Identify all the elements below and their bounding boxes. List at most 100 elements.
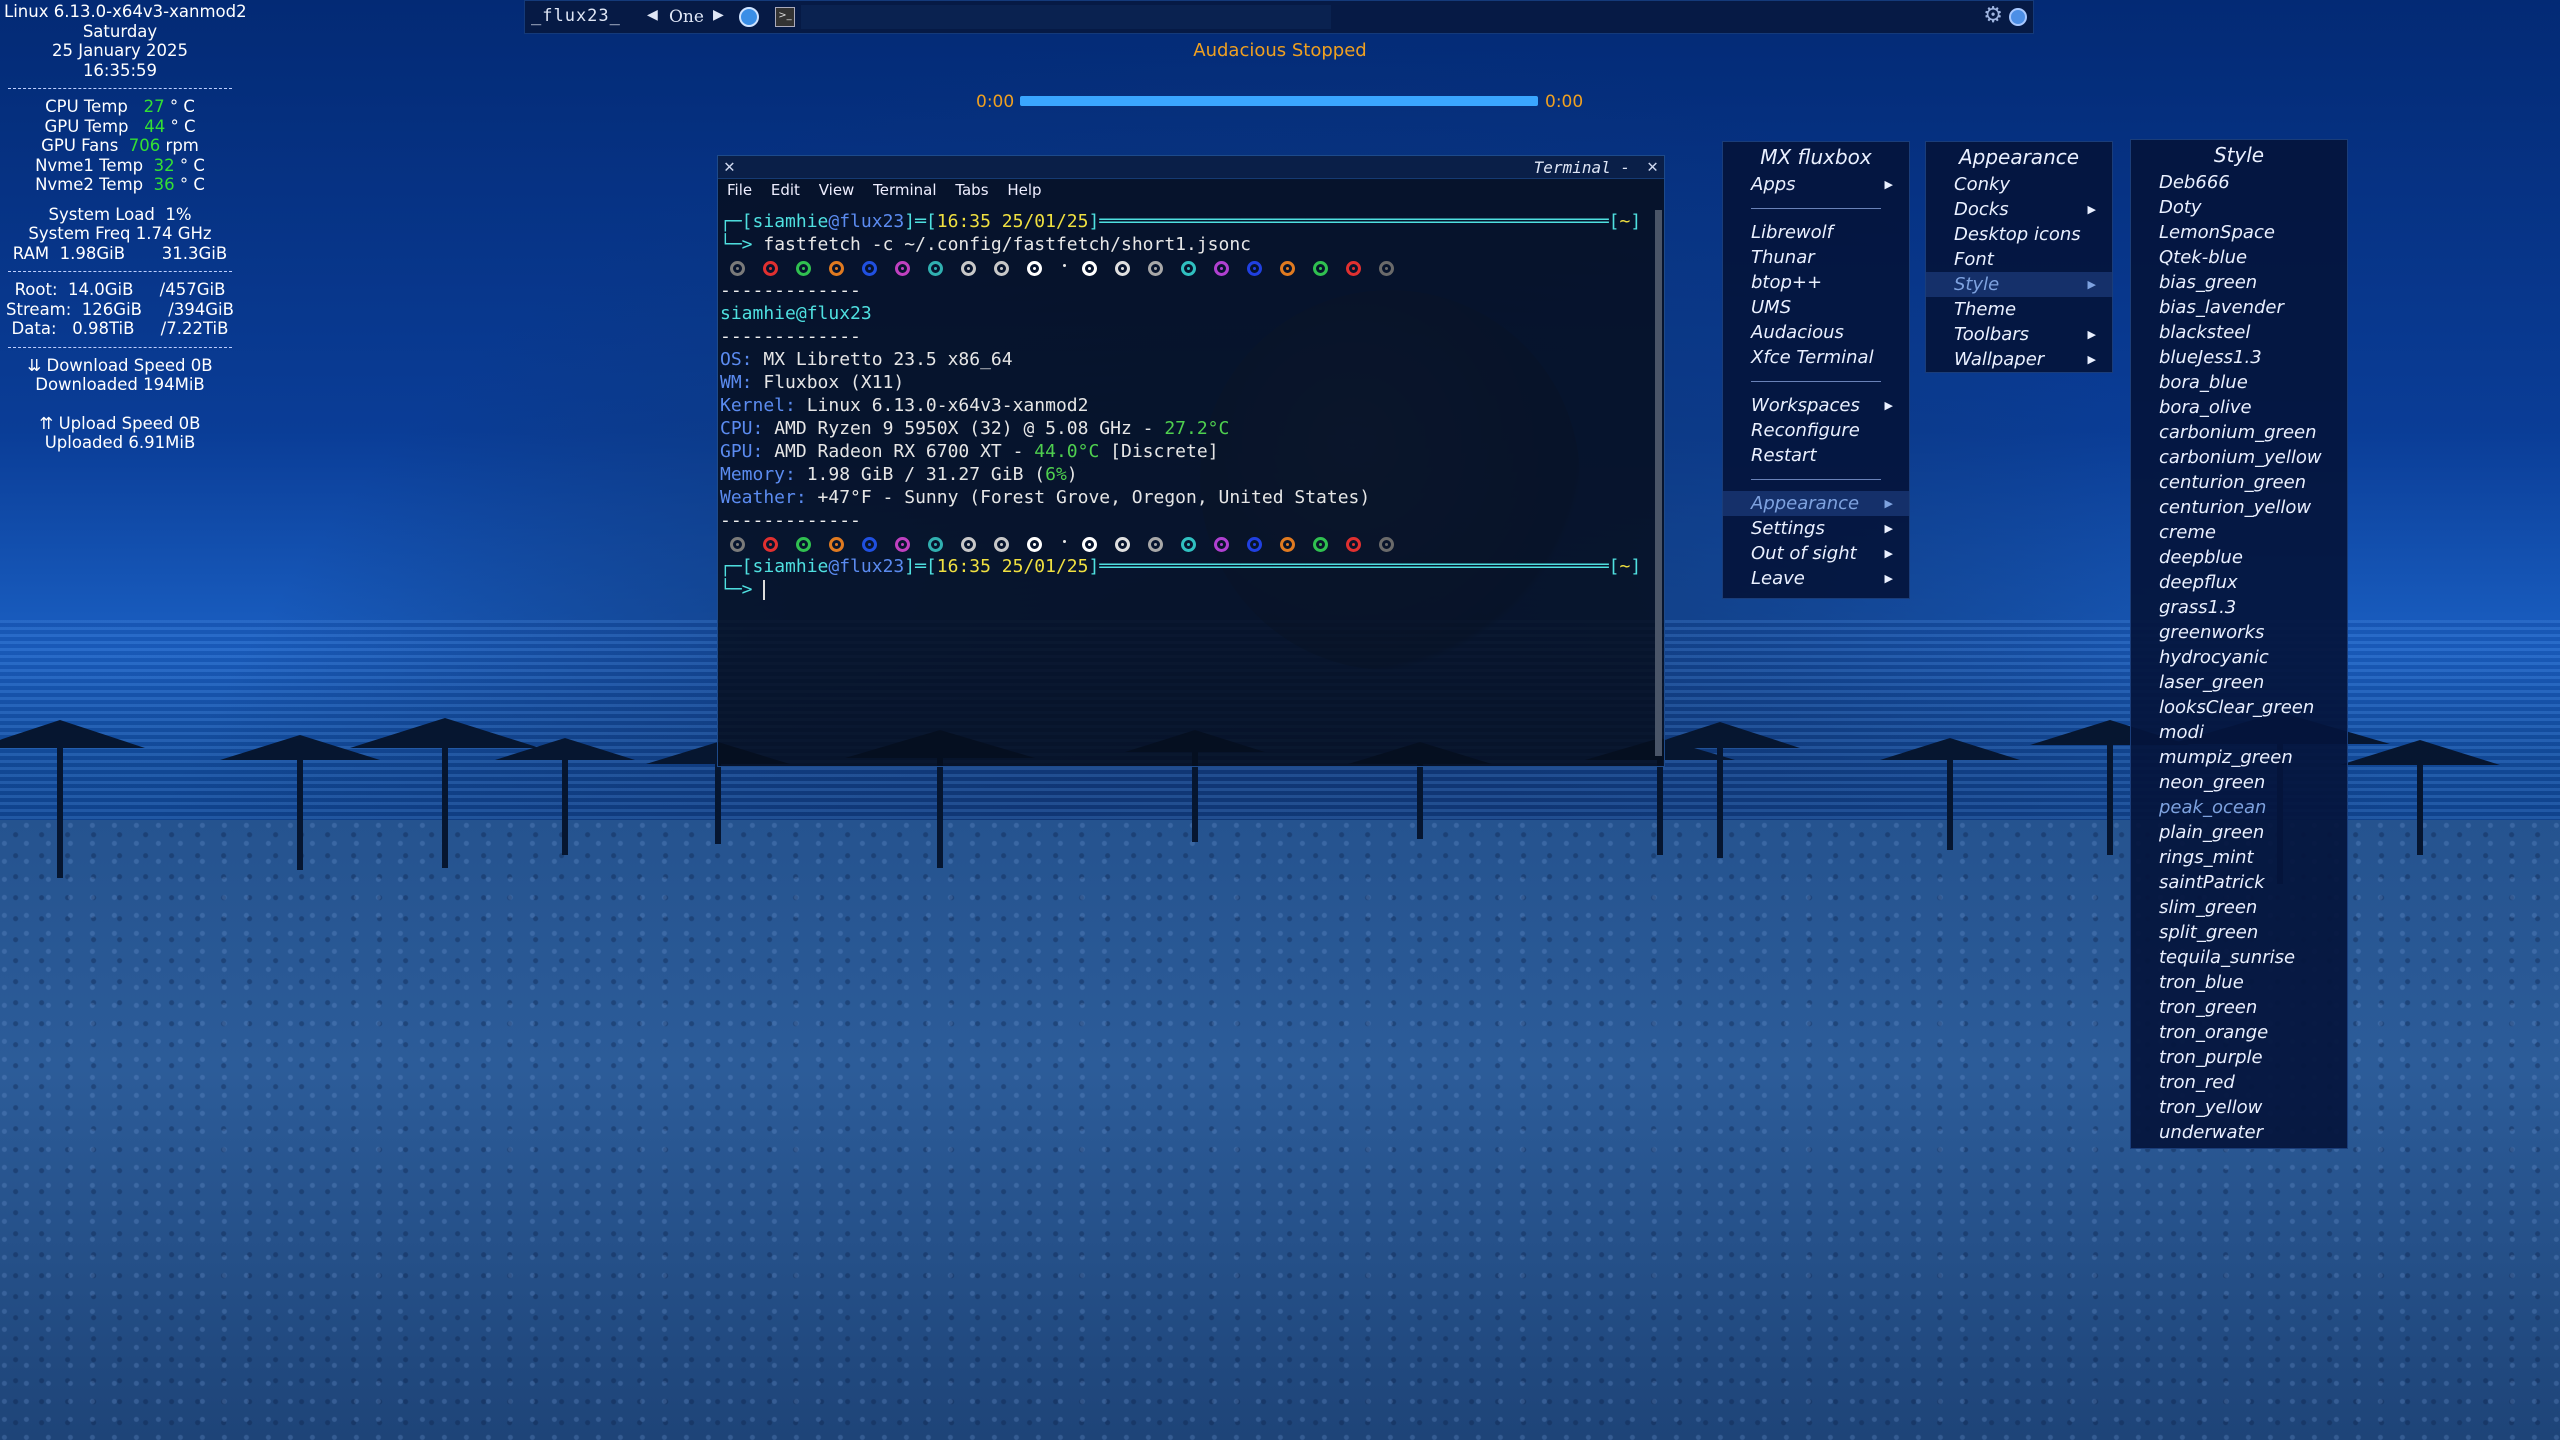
menu-item-librewolf[interactable]: Librewolf <box>1723 220 1909 245</box>
workspace-name[interactable]: _flux23_ <box>531 6 621 26</box>
menu-item-xfce-terminal[interactable]: Xfce Terminal <box>1723 345 1909 370</box>
style-item-tron-red[interactable]: tron_red <box>2131 1070 2347 1095</box>
terminal-scrollbar[interactable] <box>1655 210 1662 756</box>
style-item-tequila-sunrise[interactable]: tequila_sunrise <box>2131 945 2347 970</box>
style-item-carbonium-green[interactable]: carbonium_green <box>2131 420 2347 445</box>
prompt-line: ┌─[siamhie@flux23]═[16:35 25/01/25]═════… <box>720 556 1642 577</box>
style-item-carbonium-yellow[interactable]: carbonium_yellow <box>2131 445 2347 470</box>
style-item-bias-green[interactable]: bias_green <box>2131 270 2347 295</box>
menu-help[interactable]: Help <box>1007 179 1041 201</box>
terminal-output[interactable]: ┌─[siamhie@flux23]═[16:35 25/01/25]═════… <box>720 210 1650 760</box>
style-item-mumpiz-green[interactable]: mumpiz_green <box>2131 745 2347 770</box>
palette-swatch-icon <box>895 260 910 276</box>
style-item-bluejess1-3[interactable]: blueJess1.3 <box>2131 345 2347 370</box>
next-workspace-button[interactable]: ▶ <box>713 7 724 23</box>
input-line[interactable]: └─> <box>720 578 1650 601</box>
palette-swatch-icon <box>1280 536 1295 552</box>
palette-swatch-icon <box>994 536 1009 552</box>
style-item-bias-lavender[interactable]: bias_lavender <box>2131 295 2347 320</box>
menu-item-out-of-sight[interactable]: Out of sight ▶ <box>1723 541 1909 566</box>
menu-item-leave[interactable]: Leave ▶ <box>1723 566 1909 591</box>
systray-app-icon[interactable] <box>2009 8 2027 26</box>
info-line: WM: Fluxbox (X11) <box>720 371 1650 394</box>
style-item-creme[interactable]: creme <box>2131 520 2347 545</box>
menu-item-thunar[interactable]: Thunar <box>1723 245 1909 270</box>
palette-swatch-icon <box>1148 260 1163 276</box>
style-item-looksclear-green[interactable]: looksClear_green <box>2131 695 2347 720</box>
menu-item-desktop-icons[interactable]: Desktop icons <box>1926 222 2112 247</box>
menu-item-btop-[interactable]: btop++ <box>1723 270 1909 295</box>
conky-downloaded: Downloaded 194MiB <box>35 375 205 394</box>
menu-view[interactable]: View <box>819 179 855 201</box>
menu-item-docks[interactable]: Docks ▶ <box>1926 197 2112 222</box>
style-item-underwater[interactable]: underwater <box>2131 1120 2347 1145</box>
style-item-bora-olive[interactable]: bora_olive <box>2131 395 2347 420</box>
style-item-qtek-blue[interactable]: Qtek-blue <box>2131 245 2347 270</box>
style-menu: Style Deb666 Doty LemonSpace Qtek-blue bias_… <box>2130 139 2348 1149</box>
style-item-doty[interactable]: Doty <box>2131 195 2347 220</box>
menu-item-toolbars[interactable]: Toolbars ▶ <box>1926 322 2112 347</box>
style-item-plain-green[interactable]: plain_green <box>2131 820 2347 845</box>
style-item-centurion-yellow[interactable]: centurion_yellow <box>2131 495 2347 520</box>
menu-tabs[interactable]: Tabs <box>955 179 988 201</box>
menu-item-settings[interactable]: Settings ▶ <box>1723 516 1909 541</box>
style-item-peak-ocean[interactable]: peak_ocean <box>2131 795 2347 820</box>
close-window-button[interactable]: ✕ <box>1647 156 1658 178</box>
style-item-grass1-3[interactable]: grass1.3 <box>2131 595 2347 620</box>
conky-divider <box>8 346 232 348</box>
user-host: siamhie@flux23 <box>720 303 872 324</box>
style-item-slim-green[interactable]: slim_green <box>2131 895 2347 920</box>
style-item-tron-yellow[interactable]: tron_yellow <box>2131 1095 2347 1120</box>
style-item-rings-mint[interactable]: rings_mint <box>2131 845 2347 870</box>
style-item-saintpatrick[interactable]: saintPatrick <box>2131 870 2347 895</box>
palette-swatch-icon <box>961 260 976 276</box>
style-item-modi[interactable]: modi <box>2131 720 2347 745</box>
systray-settings-icon[interactable]: ⚙ <box>1983 5 2003 27</box>
menu-item-apps[interactable]: Apps ▶ <box>1723 172 1909 197</box>
menu-item-appearance[interactable]: Appearance ▶ <box>1723 491 1909 516</box>
style-item-tron-orange[interactable]: tron_orange <box>2131 1020 2347 1045</box>
style-item-deepblue[interactable]: deepblue <box>2131 545 2347 570</box>
menu-item-wallpaper[interactable]: Wallpaper ▶ <box>1926 347 2112 372</box>
info-highlight: 44.0°C <box>1034 441 1100 462</box>
menu-terminal[interactable]: Terminal <box>873 179 936 201</box>
menu-item-workspaces[interactable]: Workspaces ▶ <box>1723 393 1909 418</box>
menu-item-theme[interactable]: Theme <box>1926 297 2112 322</box>
librewolf-icon[interactable] <box>739 7 759 27</box>
palette-gap <box>1060 261 1066 276</box>
menu-item-style[interactable]: Style ▶ <box>1926 272 2112 297</box>
terminal-icon[interactable]: >_ <box>775 7 795 27</box>
menu-item-restart[interactable]: Restart <box>1723 443 1909 468</box>
menu-item-font[interactable]: Font <box>1926 247 2112 272</box>
style-item-hydrocyanic[interactable]: hydrocyanic <box>2131 645 2347 670</box>
menu-item-label: Wallpaper <box>1954 349 2045 370</box>
style-item-tron-purple[interactable]: tron_purple <box>2131 1045 2347 1070</box>
submenu-arrow-icon: ▶ <box>1884 547 1893 560</box>
style-item-neon-green[interactable]: neon_green <box>2131 770 2347 795</box>
menu-file[interactable]: File <box>727 179 752 201</box>
style-item-greenworks[interactable]: greenworks <box>2131 620 2347 645</box>
current-workspace-label[interactable]: One <box>669 7 704 27</box>
style-item-bora-blue[interactable]: bora_blue <box>2131 370 2347 395</box>
info-line: Weather: +47°F - Sunny (Forest Grove, Or… <box>720 486 1650 509</box>
palette-swatch-icon <box>1379 536 1394 552</box>
style-item-split-green[interactable]: split_green <box>2131 920 2347 945</box>
terminal-window[interactable]: ✕ Terminal - ✕ File Edit View Terminal T… <box>717 155 1665 767</box>
style-item-deepflux[interactable]: deepflux <box>2131 570 2347 595</box>
style-item-tron-green[interactable]: tron_green <box>2131 995 2347 1020</box>
menu-item-audacious[interactable]: Audacious <box>1723 320 1909 345</box>
style-item-blacksteel[interactable]: blacksteel <box>2131 320 2347 345</box>
menu-edit[interactable]: Edit <box>771 179 800 201</box>
style-item-tron-blue[interactable]: tron_blue <box>2131 970 2347 995</box>
style-item-centurion-green[interactable]: centurion_green <box>2131 470 2347 495</box>
terminal-titlebar[interactable]: ✕ Terminal - ✕ <box>718 156 1664 179</box>
menu-item-reconfigure[interactable]: Reconfigure <box>1723 418 1909 443</box>
prev-workspace-button[interactable]: ◀ <box>647 7 658 23</box>
close-icon[interactable]: ✕ <box>724 156 735 178</box>
style-item-lemonspace[interactable]: LemonSpace <box>2131 220 2347 245</box>
style-item-deb666[interactable]: Deb666 <box>2131 170 2347 195</box>
text-cursor <box>763 580 766 600</box>
menu-item-ums[interactable]: UMS <box>1723 295 1909 320</box>
style-item-laser-green[interactable]: laser_green <box>2131 670 2347 695</box>
menu-item-conky[interactable]: Conky <box>1926 172 2112 197</box>
